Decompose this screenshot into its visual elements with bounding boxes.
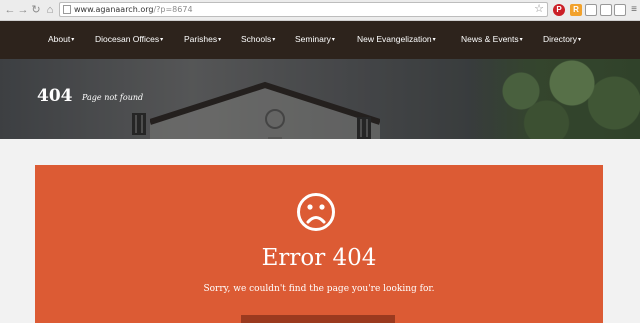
- nav-label: News & Events: [461, 34, 519, 44]
- caret-down-icon: ▾: [272, 37, 276, 43]
- back-icon[interactable]: ←: [3, 3, 17, 17]
- nav-label: Seminary: [295, 34, 331, 44]
- main-navigation: About▾ Diocesan Offices▾ Parishes▾ Schoo…: [0, 21, 640, 59]
- nav-item-diocesan-offices[interactable]: Diocesan Offices▾: [95, 33, 163, 46]
- rss-icon[interactable]: R: [570, 4, 582, 16]
- caret-down-icon: ▾: [519, 37, 523, 43]
- home-icon[interactable]: ⌂: [43, 3, 57, 17]
- save-icon[interactable]: [614, 4, 626, 16]
- nav-item-parishes[interactable]: Parishes▾: [184, 33, 221, 46]
- nav-item-seminary[interactable]: Seminary▾: [295, 33, 335, 46]
- sad-face-icon: [297, 193, 335, 231]
- browser-toolbar: ← → ↻ ⌂ www.aganaarch.org/?p=8674 ☆ P R …: [0, 0, 640, 21]
- reload-icon[interactable]: ↻: [29, 3, 43, 17]
- cast-icon[interactable]: [585, 4, 597, 16]
- url-text[interactable]: www.aganaarch.org/?p=8674: [74, 4, 193, 16]
- caret-down-icon: ▾: [331, 37, 335, 43]
- forward-icon[interactable]: →: [16, 3, 30, 17]
- nav-label: New Evangelization: [357, 34, 432, 44]
- nav-label: Diocesan Offices: [95, 34, 160, 44]
- page-code: 404: [37, 86, 73, 106]
- nav-label: Directory: [543, 34, 578, 44]
- error-message: Sorry, we couldn't find the page you're …: [203, 284, 435, 294]
- nav-label: Parishes: [184, 34, 218, 44]
- address-bar[interactable]: www.aganaarch.org/?p=8674 ☆: [59, 2, 548, 17]
- back-home-button[interactable]: [241, 315, 395, 323]
- caret-down-icon: ▾: [432, 37, 436, 43]
- nav-item-about[interactable]: About▾: [48, 33, 74, 46]
- caret-down-icon: ▾: [71, 37, 75, 43]
- caret-down-icon: ▾: [578, 37, 582, 43]
- error-card: Error 404 Sorry, we couldn't find the pa…: [35, 165, 603, 323]
- nav-label: About: [48, 34, 71, 44]
- page-subtitle: Page not found: [82, 93, 144, 102]
- pinterest-icon[interactable]: P: [553, 4, 565, 16]
- nav-item-news-events[interactable]: News & Events▾: [461, 33, 523, 46]
- page-icon: [63, 5, 71, 14]
- error-title: Error 404: [261, 245, 377, 271]
- url-domain: www.aganaarch.org: [74, 5, 154, 14]
- bookmark-star-icon[interactable]: ☆: [534, 3, 544, 16]
- window-icon[interactable]: [600, 4, 612, 16]
- caret-down-icon: ▾: [160, 37, 164, 43]
- nav-item-new-evangelization[interactable]: New Evangelization▾: [357, 33, 436, 46]
- menu-icon[interactable]: ≡: [628, 4, 640, 16]
- nav-label: Schools: [241, 34, 272, 44]
- page-banner: 404 Page not found: [0, 59, 640, 139]
- url-path: /?p=8674: [153, 5, 193, 14]
- nav-item-schools[interactable]: Schools▾: [241, 33, 275, 46]
- caret-down-icon: ▾: [218, 37, 222, 43]
- nav-item-directory[interactable]: Directory▾: [543, 33, 581, 46]
